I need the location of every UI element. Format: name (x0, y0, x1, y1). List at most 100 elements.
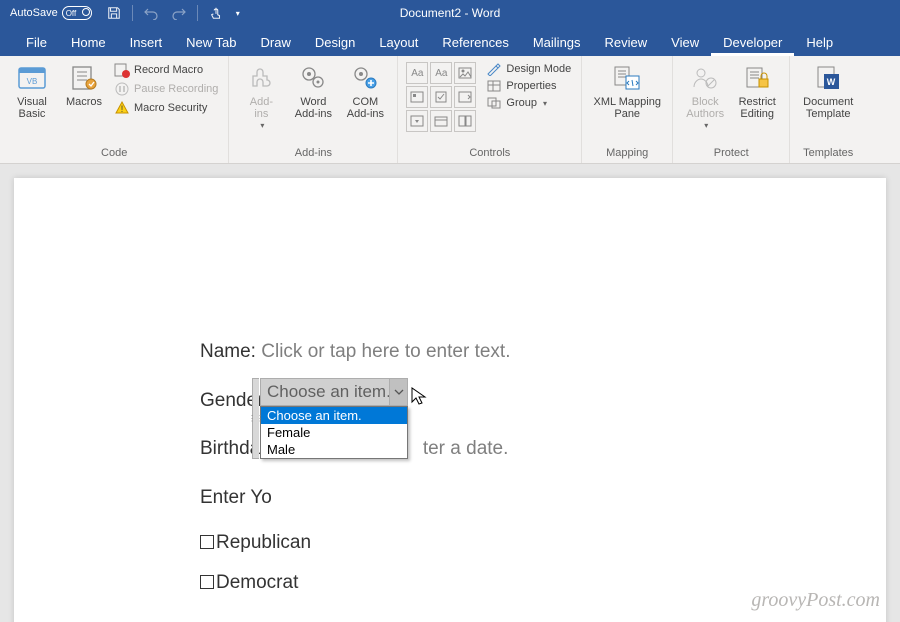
group-protect-label: Protect (679, 147, 783, 161)
group-code: VB Visual Basic Macros Record Macro Paus… (0, 56, 229, 163)
group-btn-label: Group (506, 97, 537, 109)
checkbox-icon[interactable] (200, 535, 214, 549)
redo-icon[interactable] (169, 3, 189, 23)
word-addins-label: Word Add-ins (295, 96, 332, 120)
touch-mode-icon[interactable] (206, 3, 226, 23)
addins-label: Add- ins (250, 96, 273, 120)
record-macro-button[interactable]: Record Macro (114, 62, 218, 78)
autosave-label: AutoSave (10, 7, 58, 19)
tab-newtab[interactable]: New Tab (174, 29, 248, 56)
group-templates: W Document Template Templates (790, 56, 866, 163)
macros-button[interactable]: Macros (58, 60, 110, 110)
pause-recording-label: Pause Recording (134, 83, 218, 95)
gender-option-1[interactable]: Female (261, 424, 407, 441)
group-mapping: XML Mapping Pane Mapping (582, 56, 673, 163)
gender-dropdown-value: Choose an item. (267, 382, 391, 402)
tab-home[interactable]: Home (59, 29, 118, 56)
save-icon[interactable] (104, 3, 124, 23)
dropdown-control-icon[interactable] (406, 110, 428, 132)
addins-button[interactable]: Add- ins ▾ (235, 60, 287, 133)
vote-option-a-line[interactable]: Republican (200, 532, 706, 554)
macros-icon (68, 62, 100, 94)
quick-access-toolbar: ▾ (104, 3, 240, 23)
tab-references[interactable]: References (430, 29, 520, 56)
macro-security-label: Macro Security (134, 102, 207, 114)
tab-insert[interactable]: Insert (118, 29, 175, 56)
content-control-handle-icon[interactable]: ⋮⋮ (252, 378, 259, 459)
block-authors-label: Block Authors (686, 96, 724, 120)
tab-mailings[interactable]: Mailings (521, 29, 593, 56)
combo-box-control-icon[interactable] (454, 86, 476, 108)
vote-prefix: Enter Yo (200, 487, 272, 508)
tab-help[interactable]: Help (794, 29, 845, 56)
word-addins-button[interactable]: Word Add-ins (287, 60, 339, 122)
building-block-control-icon[interactable] (406, 86, 428, 108)
chevron-down-icon (394, 389, 404, 395)
macro-security-button[interactable]: ! Macro Security (114, 100, 218, 116)
tab-design[interactable]: Design (303, 29, 367, 56)
restrict-editing-label: Restrict Editing (739, 96, 776, 120)
group-button[interactable]: Group ▾ (486, 96, 571, 110)
xml-mapping-label: XML Mapping Pane (593, 96, 660, 120)
document-page[interactable]: Name: Click or tap here to enter text. G… (14, 178, 886, 622)
com-addins-icon (349, 62, 381, 94)
block-authors-button[interactable]: Block Authors ▾ (679, 60, 731, 133)
xml-mapping-pane-button[interactable]: XML Mapping Pane (588, 60, 666, 122)
gender-dropdown-head[interactable]: Choose an item. (260, 378, 408, 406)
vote-option-b-line[interactable]: Democrat (200, 572, 706, 594)
document-template-button[interactable]: W Document Template (796, 60, 860, 122)
visual-basic-label: Visual Basic (17, 96, 47, 120)
checkbox-control-icon[interactable] (430, 86, 452, 108)
xml-mapping-icon (611, 62, 643, 94)
undo-icon[interactable] (141, 3, 161, 23)
macros-label: Macros (66, 96, 102, 108)
restrict-editing-button[interactable]: Restrict Editing (731, 60, 783, 122)
svg-text:VB: VB (27, 77, 38, 86)
tab-file[interactable]: File (14, 29, 59, 56)
gender-option-0[interactable]: Choose an item. (261, 407, 407, 424)
tab-view[interactable]: View (659, 29, 711, 56)
name-label: Name: (200, 341, 261, 362)
autosave-pill[interactable]: Off (62, 6, 92, 20)
workspace: Name: Click or tap here to enter text. G… (0, 164, 900, 622)
tab-draw[interactable]: Draw (249, 29, 303, 56)
visual-basic-button[interactable]: VB Visual Basic (6, 60, 58, 122)
birthday-placeholder-tail[interactable]: ter a date. (423, 438, 509, 459)
group-controls: Aa Aa Design Mode Properties (398, 56, 582, 163)
word-addins-icon (297, 62, 329, 94)
group-icon (486, 96, 502, 110)
checkbox-icon[interactable] (200, 575, 214, 589)
tab-review[interactable]: Review (593, 29, 660, 56)
group-templates-label: Templates (796, 147, 860, 161)
design-mode-label: Design Mode (506, 63, 571, 75)
watermark: groovyPost.com (751, 589, 880, 612)
repeating-section-control-icon[interactable] (454, 110, 476, 132)
vote-option-a-label: Republican (216, 532, 311, 553)
name-placeholder[interactable]: Click or tap here to enter text. (261, 341, 510, 362)
group-code-label: Code (6, 147, 222, 161)
autosave-state: Off (66, 9, 77, 18)
group-protect: Block Authors ▾ Restrict Editing Protect (673, 56, 790, 163)
ribbon: VB Visual Basic Macros Record Macro Paus… (0, 56, 900, 164)
design-mode-icon (486, 62, 502, 76)
tab-developer[interactable]: Developer (711, 29, 794, 56)
rich-text-control-icon[interactable]: Aa (406, 62, 428, 84)
gender-dropdown[interactable]: ⋮⋮ Choose an item. Choose an item. Femal… (260, 378, 408, 459)
autosave-toggle[interactable]: AutoSave Off (4, 6, 98, 20)
tab-layout[interactable]: Layout (367, 29, 430, 56)
design-mode-button[interactable]: Design Mode (486, 62, 571, 76)
record-macro-icon (114, 62, 130, 78)
plain-text-control-icon[interactable]: Aa (430, 62, 452, 84)
title-bar: AutoSave Off ▾ Document2 - Word (0, 0, 900, 26)
com-addins-button[interactable]: COM Add-ins (339, 60, 391, 122)
properties-button[interactable]: Properties (486, 79, 571, 93)
gender-option-2[interactable]: Male (261, 441, 407, 458)
date-picker-control-icon[interactable] (430, 110, 452, 132)
group-addins-label: Add-ins (235, 147, 391, 161)
dropdown-arrow-button[interactable] (389, 379, 407, 405)
qat-more-icon[interactable]: ▾ (236, 9, 240, 18)
chevron-down-icon: ▾ (260, 122, 264, 131)
document-template-icon: W (812, 62, 844, 94)
picture-control-icon[interactable] (454, 62, 476, 84)
ribbon-tabs: File Home Insert New Tab Draw Design Lay… (0, 26, 900, 56)
